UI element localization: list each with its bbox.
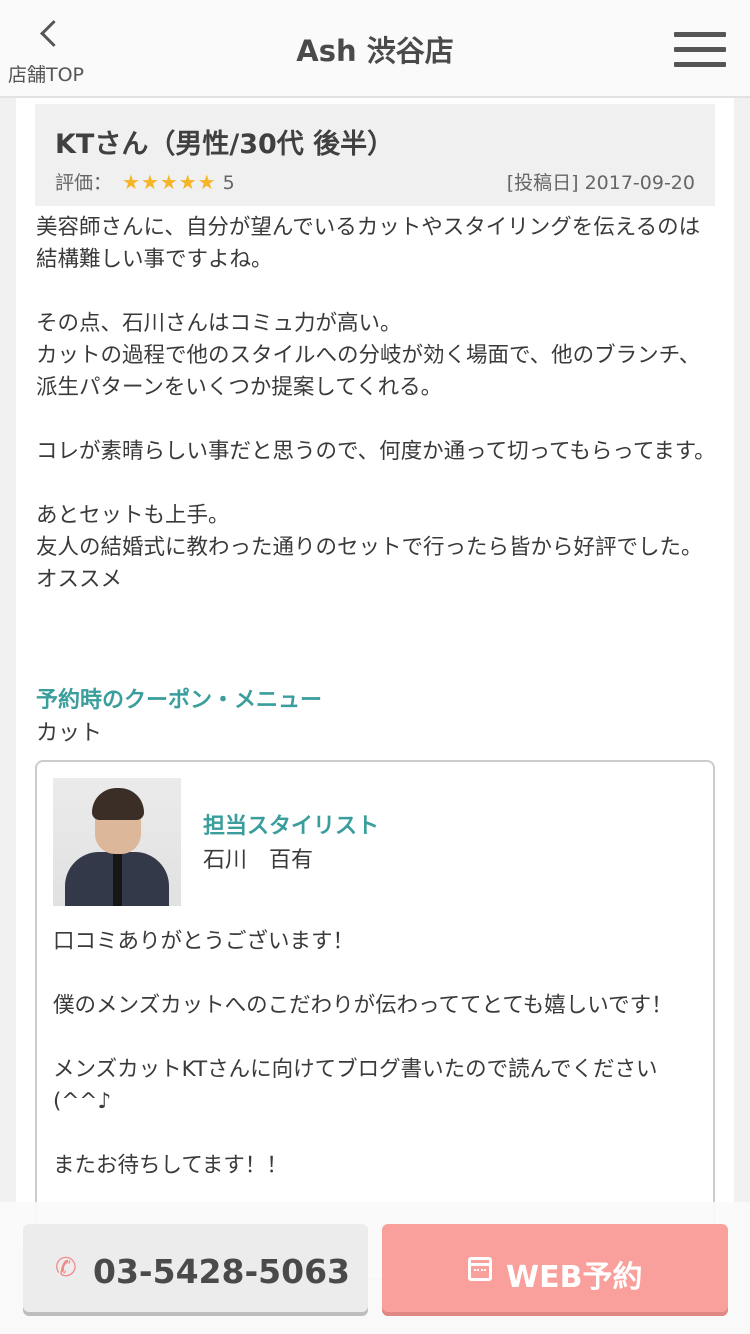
calendar-icon: [468, 1257, 492, 1281]
menu-line: [674, 62, 726, 67]
app-header: 店舗TOP Ash 渋谷店: [0, 0, 750, 98]
call-button[interactable]: ✆ 03-5428-5063: [23, 1224, 368, 1312]
menu-line: [674, 47, 726, 52]
stylist-reply-text: 口コミありがとうございます！ 僕のメンズカットへのこだわりが伝わっててとても嬉し…: [53, 929, 673, 1178]
avatar-tie-shape: [113, 854, 122, 906]
rating: 評価： ★★★★★ 5: [55, 168, 235, 195]
stylist-label: 担当スタイリスト: [203, 814, 380, 839]
avatar-hair-shape: [92, 788, 144, 820]
review-body: 美容師さんに、自分が望んでいるカットやスタイリングを伝えるのは結構難しい事ですよ…: [36, 215, 716, 592]
review-header: KTさん（男性/30代 後半） 評価： ★★★★★ 5 [投稿日] 2017-09-…: [35, 104, 715, 206]
phone-number: 03-5428-5063: [93, 1252, 351, 1291]
rating-label: 評価：: [55, 172, 113, 194]
coupon-menu-heading: 予約時のクーポン・メニュー: [36, 688, 323, 713]
reviewer-name: KTさん（男性/30代 後半）: [55, 129, 395, 160]
post-date: [投稿日] 2017-09-20: [506, 172, 695, 194]
hamburger-menu-icon[interactable]: [674, 32, 726, 68]
bottom-action-bar: ✆ 03-5428-5063 WEB予約: [0, 1202, 750, 1334]
stylist-name: 石川 百有: [203, 848, 314, 873]
star-rating-icon: ★★★★★: [122, 170, 217, 194]
phone-icon: ✆: [55, 1253, 77, 1283]
web-reserve-label: WEB予約: [506, 1260, 643, 1295]
menu-line: [674, 32, 726, 37]
page-title: Ash 渋谷店: [296, 34, 454, 68]
stylist-avatar: [53, 778, 181, 906]
web-reserve-button[interactable]: WEB予約: [382, 1224, 728, 1312]
rating-value: 5: [222, 172, 235, 194]
coupon-menu-value: カット: [36, 721, 103, 746]
review-card: KTさん（男性/30代 後半） 評価： ★★★★★ 5 [投稿日] 2017-09-…: [16, 98, 734, 1280]
